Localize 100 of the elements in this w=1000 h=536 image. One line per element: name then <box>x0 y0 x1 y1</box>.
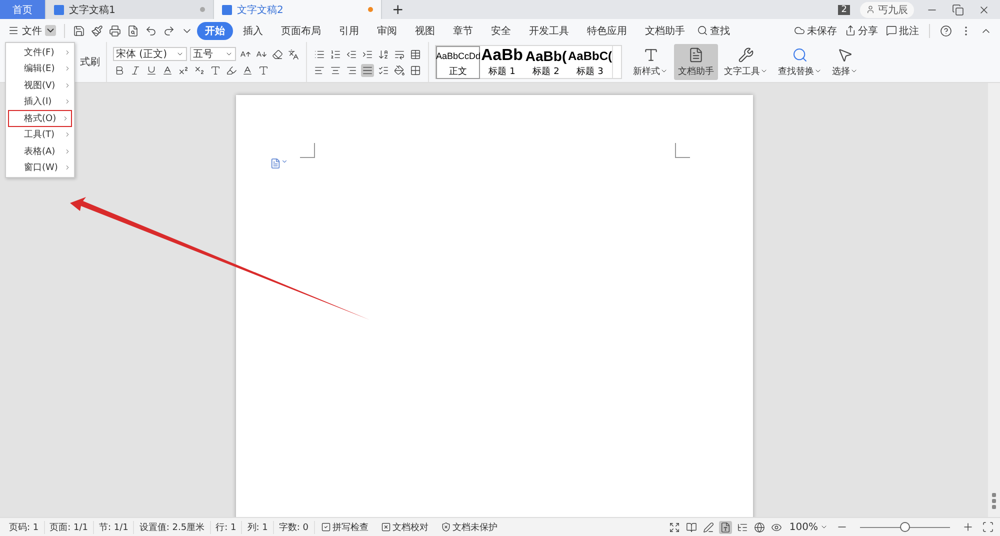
caret-icon <box>176 50 184 58</box>
view-mode-icon[interactable] <box>753 520 766 534</box>
paste-options-icon[interactable] <box>270 158 288 169</box>
view-mode-icon[interactable] <box>702 520 716 534</box>
ribbon-tab[interactable]: 插入 <box>235 22 271 40</box>
shading-icon[interactable] <box>393 64 406 76</box>
new-style-button[interactable]: 新样式 <box>629 44 672 80</box>
font-color-icon[interactable] <box>241 64 254 77</box>
status-button[interactable]: 文档校对 <box>374 520 434 534</box>
style-option[interactable]: AaBbC( 标题 3 <box>568 46 612 78</box>
ribbon-tab[interactable]: 页面布局 <box>273 22 329 40</box>
select-button[interactable]: 选择 <box>828 44 862 80</box>
zoom-slider[interactable] <box>860 522 950 532</box>
subscript-icon[interactable] <box>193 64 206 77</box>
menu-item[interactable]: 表格(A) <box>6 143 74 160</box>
search-tab[interactable]: 查找 <box>695 24 732 38</box>
status-text: 页码: 1 <box>4 520 45 534</box>
status-button[interactable]: 文档未保护 <box>434 520 504 534</box>
toolbar-action[interactable]: 未保存 <box>792 24 839 38</box>
menu-item[interactable]: 文件(F) <box>6 44 74 60</box>
find-replace-icon <box>792 46 808 62</box>
spell-icon <box>320 522 330 532</box>
table-icon[interactable] <box>409 48 422 60</box>
zoom-level[interactable]: 100% <box>787 522 830 532</box>
menu-icon <box>8 25 19 36</box>
menu-item[interactable]: 插入(I) <box>6 94 74 110</box>
ribbon-tab[interactable]: 开始 <box>197 22 233 40</box>
user-icon <box>866 5 875 14</box>
ribbon-tab[interactable]: 审阅 <box>369 22 405 40</box>
format-painter-label[interactable]: 式刷 <box>80 55 100 69</box>
document-tab[interactable]: 文字文稿2 <box>214 0 382 19</box>
ribbon-tab[interactable]: 安全 <box>483 22 519 40</box>
find-replace-button[interactable]: 查找替换 <box>774 44 826 80</box>
font-effect-icon[interactable] <box>161 64 174 77</box>
window-count[interactable]: 2 <box>838 4 850 14</box>
eraser-icon[interactable] <box>271 48 284 60</box>
status-button[interactable]: 拼写检查 <box>314 520 374 534</box>
ribbon-tab[interactable]: 特色应用 <box>579 22 635 40</box>
caret-icon <box>814 67 822 75</box>
zoom-thumb[interactable] <box>900 522 910 532</box>
share-icon <box>845 25 856 36</box>
style-option[interactable]: AaBbCcDd 正文 <box>436 46 480 78</box>
format-painter-icon[interactable] <box>89 24 105 36</box>
menu-item[interactable]: 编辑(E) <box>6 60 74 77</box>
borders-icon[interactable] <box>409 64 422 76</box>
caret-icon[interactable] <box>45 25 56 36</box>
toolbar-action[interactable]: 分享 <box>843 24 880 38</box>
file-menu-button[interactable]: 文件 <box>6 24 58 38</box>
user-account[interactable]: 丐九辰 <box>860 2 914 18</box>
search-icon <box>697 25 708 36</box>
ribbon-tab[interactable]: 开发工具 <box>521 22 577 40</box>
ribbon-tab[interactable]: 文档助手 <box>637 22 693 40</box>
ribbon-tab[interactable]: 章节 <box>445 22 481 40</box>
numbered-list-icon[interactable] <box>329 48 342 60</box>
status-text: 列: 1 <box>242 520 274 534</box>
caret-icon <box>660 67 668 75</box>
new-tab-button[interactable]: + <box>382 0 414 19</box>
style-option[interactable]: AaBb( 标题 2 <box>524 46 568 78</box>
ribbon-tab[interactable]: 引用 <box>331 22 367 40</box>
status-text: 字数: 0 <box>274 520 314 534</box>
home-tab[interactable]: 首页 <box>0 0 46 19</box>
restore-icon[interactable] <box>950 4 966 16</box>
menu-item[interactable]: 格式(O) <box>8 110 72 126</box>
status-text: 行: 1 <box>210 520 242 534</box>
highlighter-icon[interactable] <box>225 64 238 77</box>
help-icon[interactable] <box>938 24 954 36</box>
toolbar-action[interactable]: 批注 <box>884 24 921 38</box>
assistant-icon <box>688 46 704 62</box>
italic-icon[interactable] <box>129 64 142 77</box>
align-icon[interactable] <box>361 64 374 76</box>
select-icon <box>837 46 853 62</box>
caret-icon <box>850 67 858 75</box>
text-effect-icon[interactable] <box>209 64 222 77</box>
ribbon-tab[interactable]: 视图 <box>407 22 443 40</box>
document-assistant-button[interactable]: 文档助手 <box>674 44 718 80</box>
view-mode-icon[interactable] <box>685 520 698 534</box>
menu-item[interactable]: 工具(T) <box>6 126 74 143</box>
view-mode-icon[interactable] <box>668 520 682 534</box>
caret-icon <box>225 50 233 58</box>
menu-item[interactable]: 视图(V) <box>6 77 74 94</box>
document-tab[interactable]: 文字文稿1 <box>46 0 214 19</box>
text-tools-icon <box>738 46 754 62</box>
caret-icon <box>820 523 828 531</box>
caret-icon <box>760 67 768 75</box>
underline-icon[interactable] <box>145 64 158 77</box>
status-text: 设置值: 2.5厘米 <box>134 520 211 534</box>
save-icon[interactable] <box>71 24 87 36</box>
style-option[interactable]: AaBb 标题 1 <box>480 46 524 78</box>
comment-icon <box>886 25 897 36</box>
character-shading-icon[interactable] <box>257 64 270 77</box>
font-field[interactable]: 宋体 (正文) <box>113 47 187 61</box>
print-icon[interactable] <box>107 24 123 36</box>
view-mode-icon[interactable] <box>719 520 732 534</box>
font-size-field[interactable]: 五号 <box>190 47 236 61</box>
superscript-icon[interactable] <box>177 64 190 77</box>
sort-icon[interactable] <box>377 48 390 60</box>
fit-icon[interactable] <box>980 521 996 533</box>
text-tools-button[interactable]: 文字工具 <box>720 44 772 80</box>
new-style-icon <box>642 46 658 62</box>
menu-item[interactable]: 窗口(W) <box>6 160 74 176</box>
